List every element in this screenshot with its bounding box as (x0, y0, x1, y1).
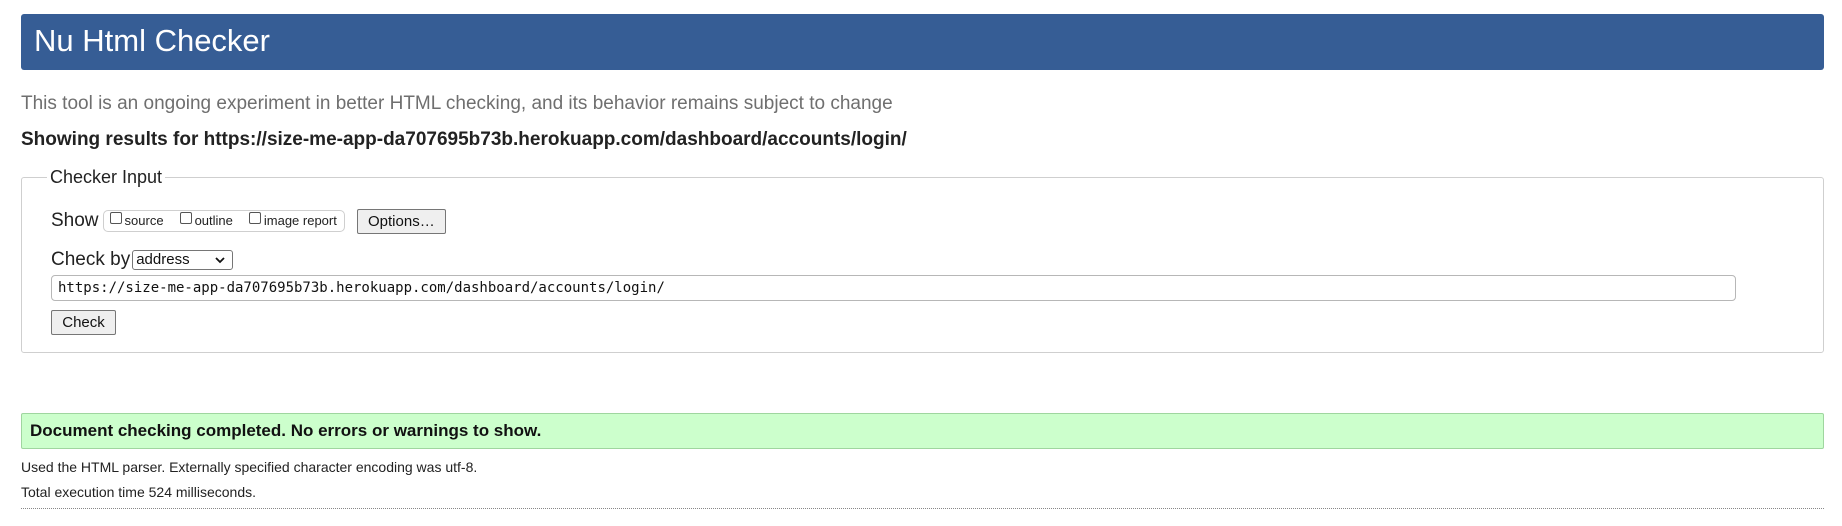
source-option[interactable]: source (109, 212, 164, 229)
outline-checkbox-label: outline (194, 213, 233, 228)
image-report-checkbox[interactable] (248, 212, 261, 224)
show-label: Show (51, 210, 99, 231)
check-by-label: Check by (51, 249, 131, 270)
divider (21, 508, 1824, 509)
outline-checkbox[interactable] (179, 212, 192, 224)
header-banner: Nu Html Checker (21, 14, 1824, 70)
check-by-selected-value: address (136, 251, 190, 268)
image-report-option[interactable]: image report (248, 212, 337, 229)
checker-input-legend: Checker Input (47, 166, 166, 188)
image-report-checkbox-label: image report (263, 213, 337, 228)
check-button[interactable]: Check (51, 310, 116, 335)
checker-input-fieldset: Checker Input Show source outline image … (21, 166, 1824, 353)
show-options-row: Show source outline image report Options… (51, 208, 446, 234)
results-heading: Showing results for https://size-me-app-… (21, 129, 907, 150)
page: Nu Html Checker This tool is an ongoing … (0, 0, 1842, 526)
show-checkbox-group: source outline image report (102, 210, 345, 232)
source-checkbox-label: source (124, 213, 164, 228)
tool-description: This tool is an ongoing experiment in be… (21, 93, 893, 114)
parser-info: Used the HTML parser. Externally specifi… (21, 459, 478, 475)
source-checkbox[interactable] (109, 212, 122, 224)
options-button[interactable]: Options… (356, 208, 446, 234)
check-by-row: Check by address (51, 249, 234, 271)
outline-option[interactable]: outline (179, 212, 233, 229)
page-title: Nu Html Checker (34, 23, 270, 58)
url-input[interactable]: https://size-me-app-da707695b73b.herokua… (51, 275, 1736, 301)
check-by-select[interactable]: address (132, 250, 234, 270)
execution-time-info: Total execution time 524 milliseconds. (21, 484, 257, 500)
chevron-down-icon (215, 257, 225, 264)
result-message: Document checking completed. No errors o… (21, 413, 1824, 449)
